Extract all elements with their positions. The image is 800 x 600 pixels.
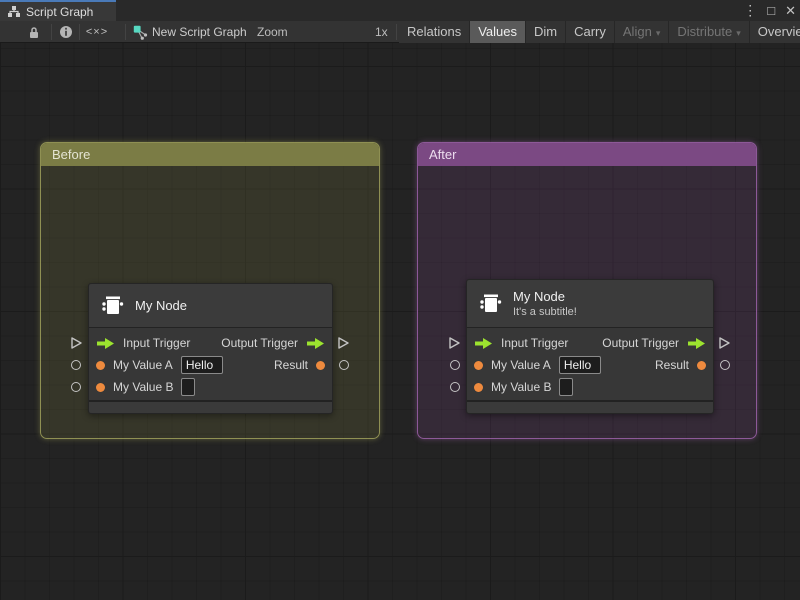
graph-name-label: New Script Graph	[152, 25, 247, 39]
script-graph-icon	[132, 21, 149, 43]
node-my-node-before[interactable]: My Node Input Trigger Output Trigger My …	[88, 283, 333, 414]
zoom-label: Zoom	[257, 25, 288, 39]
external-value-b-port[interactable]	[71, 382, 81, 392]
group-after-header[interactable]: After	[418, 143, 756, 166]
flow-in-arrow-icon[interactable]	[96, 337, 115, 350]
value-a-input[interactable]	[180, 356, 223, 374]
group-before-header[interactable]: Before	[41, 143, 379, 166]
port-label-value-b: My Value B	[491, 380, 552, 394]
external-flow-in-port[interactable]	[448, 336, 461, 355]
node-subtitle: It's a subtitle!	[513, 306, 577, 318]
value-port-icon[interactable]	[96, 360, 105, 370]
toolbar-separator	[125, 24, 126, 40]
node-header[interactable]: My Node	[89, 284, 332, 328]
port-label-value-a: My Value A	[113, 358, 173, 372]
flow-out-arrow-icon[interactable]	[306, 337, 325, 350]
external-flow-out-port[interactable]	[337, 336, 350, 355]
node-footer	[467, 400, 713, 413]
value-b-input[interactable]	[559, 378, 574, 396]
overview-button[interactable]: Overview	[748, 21, 800, 43]
external-flow-out-port[interactable]	[718, 336, 731, 355]
port-label-output-trigger: Output Trigger	[221, 336, 298, 350]
external-value-a-port[interactable]	[71, 360, 81, 370]
value-port-icon[interactable]	[474, 382, 483, 392]
dropdown-arrow-icon: ▾	[736, 28, 741, 38]
graph-toolbar: <×> New Script Graph Zoom 1x Relations V…	[0, 21, 800, 58]
relations-button[interactable]: Relations	[399, 21, 470, 43]
node-footer	[89, 400, 332, 413]
node-body: Input Trigger Output Trigger My Value A …	[467, 328, 713, 398]
toolbar-separator	[396, 24, 397, 40]
node-header[interactable]: My Node It's a subtitle!	[467, 280, 713, 328]
toolbar-button-group: Relations Values Dim Carry Align ▾ Distri…	[399, 21, 800, 43]
values-button[interactable]: Values	[469, 21, 525, 43]
zoom-level-value: 1x	[375, 25, 388, 39]
code-preview-icon[interactable]: <×>	[82, 21, 112, 43]
window-menu-icon[interactable]: ⋮	[743, 0, 757, 21]
unit-icon	[477, 291, 503, 317]
group-after-label: After	[429, 147, 457, 162]
port-label-output-trigger: Output Trigger	[602, 336, 679, 350]
value-a-input[interactable]	[558, 356, 601, 374]
port-label-input-trigger: Input Trigger	[123, 336, 191, 350]
external-value-a-port[interactable]	[450, 360, 460, 370]
carry-button[interactable]: Carry	[565, 21, 614, 43]
port-label-value-b: My Value B	[113, 380, 174, 394]
external-result-port[interactable]	[339, 360, 349, 370]
node-my-node-after[interactable]: My Node It's a subtitle! Input Trigger O…	[466, 279, 714, 414]
value-b-input[interactable]	[181, 378, 196, 396]
lock-icon[interactable]	[24, 21, 44, 43]
port-label-value-a: My Value A	[491, 358, 551, 372]
dropdown-arrow-icon: ▾	[655, 28, 661, 38]
distribute-button[interactable]: Distribute ▾	[668, 21, 749, 43]
maximize-icon[interactable]: □	[767, 0, 775, 21]
close-icon[interactable]: ✕	[785, 0, 796, 21]
graph-hierarchy-icon	[7, 5, 21, 18]
port-label-input-trigger: Input Trigger	[501, 336, 569, 350]
unit-icon	[99, 293, 125, 319]
align-button[interactable]: Align ▾	[613, 21, 669, 43]
value-port-icon[interactable]	[474, 360, 483, 370]
group-before-label: Before	[52, 147, 91, 162]
external-value-b-port[interactable]	[450, 382, 460, 392]
tab-bar: Script Graph ⋮ □ ✕	[0, 0, 800, 21]
node-title: My Node	[135, 298, 188, 313]
dim-button[interactable]: Dim	[525, 21, 566, 43]
value-port-icon[interactable]	[316, 360, 325, 370]
tab-script-graph[interactable]: Script Graph	[0, 0, 116, 21]
toolbar-separator	[51, 24, 52, 40]
node-title: My Node	[513, 289, 566, 304]
external-result-port[interactable]	[720, 360, 730, 370]
node-body: Input Trigger Output Trigger My Value A …	[89, 328, 332, 398]
flow-out-arrow-icon[interactable]	[687, 337, 706, 350]
value-port-icon[interactable]	[96, 382, 105, 392]
port-label-result: Result	[654, 358, 689, 372]
toolbar-separator	[79, 24, 80, 40]
info-icon[interactable]	[56, 21, 76, 43]
value-port-icon[interactable]	[697, 360, 706, 370]
tab-title: Script Graph	[26, 4, 94, 19]
port-label-result: Result	[273, 358, 308, 372]
flow-in-arrow-icon[interactable]	[474, 337, 493, 350]
external-flow-in-port[interactable]	[70, 336, 83, 355]
